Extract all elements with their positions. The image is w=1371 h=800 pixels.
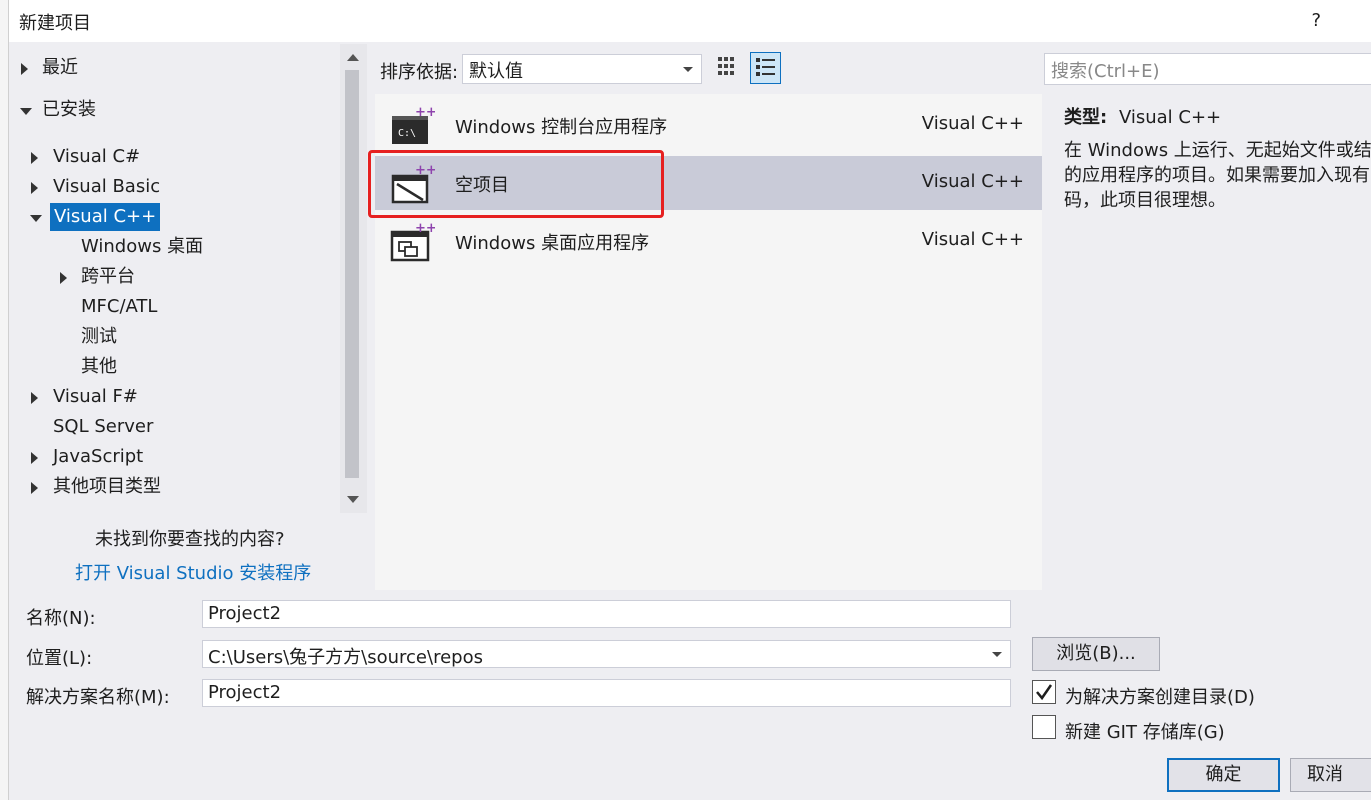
tree-item-label: 已安装	[42, 99, 96, 120]
tree-scrollbar[interactable]	[340, 44, 367, 513]
template-category-tree: 最近 已安装 Visual C# Visual Basic Visual C++…	[9, 42, 340, 512]
description-line: 的应用程序的项目。如果需要加入现有	[1064, 165, 1370, 186]
tree-item-label: Visual C#	[53, 146, 141, 167]
location-value: C:\Users\兔子方方\source\repos	[208, 647, 483, 668]
tree-item-label: Windows 桌面	[81, 236, 204, 257]
create-git-repo-checkbox[interactable]	[1032, 715, 1056, 739]
title-bar: 新建项目 ?	[9, 0, 1371, 42]
expand-arrow-icon	[21, 63, 28, 75]
svg-text:C:\: C:\	[398, 128, 416, 139]
location-combo[interactable]: C:\Users\兔子方方\source\repos	[202, 640, 1011, 668]
name-label: 名称(N):	[26, 608, 96, 629]
search-placeholder: 搜索(Ctrl+E)	[1051, 61, 1160, 82]
tree-item-label: 测试	[81, 326, 117, 347]
create-git-repo-label: 新建 GIT 存储库(G)	[1065, 722, 1225, 743]
template-language: Visual C++	[921, 113, 1024, 134]
tree-item-label: JavaScript	[53, 446, 144, 467]
type-label: 类型:	[1064, 107, 1108, 128]
description-line: 码，此项目很理想。	[1064, 190, 1226, 211]
expand-arrow-icon	[31, 482, 38, 494]
annotation-highlight-box	[368, 150, 664, 218]
sort-label: 排序依据:	[380, 62, 459, 83]
scroll-up-icon[interactable]	[347, 54, 359, 61]
console-app-icon: C:\ ++	[392, 106, 435, 144]
tree-item-label: Visual F#	[53, 386, 138, 407]
expand-arrow-icon	[31, 392, 38, 404]
search-input[interactable]: 搜索(Ctrl+E)	[1044, 53, 1371, 85]
tree-item-label: Visual Basic	[53, 176, 161, 197]
svg-text:++: ++	[415, 106, 435, 120]
template-row-console-app[interactable]: C:\ ++ Windows 控制台应用程序 Visual C++	[375, 98, 1042, 152]
desktop-app-icon: ++	[390, 222, 435, 262]
list-view-button[interactable]	[750, 52, 781, 84]
tree-item-label: 最近	[42, 57, 78, 78]
not-found-text: 未找到你要查找的内容?	[95, 529, 285, 550]
expand-arrow-icon	[31, 452, 38, 464]
cancel-button[interactable]: 取消	[1290, 758, 1371, 792]
grid-view-button[interactable]	[713, 53, 743, 83]
template-description: 在 Windows 上运行、无起始文件或结构 的应用程序的项目。如果需要加入现有…	[1064, 138, 1371, 213]
tree-item-label: 其他项目类型	[53, 476, 161, 497]
template-language: Visual C++	[921, 171, 1024, 192]
tree-item-label: 其他	[81, 356, 117, 377]
sort-dropdown-value: 默认值	[469, 61, 523, 82]
tree-item-label-selected: Visual C++	[50, 203, 161, 231]
checkmark-icon	[1036, 684, 1053, 701]
expand-arrow-icon	[31, 182, 38, 194]
type-value: Visual C++	[1118, 107, 1222, 128]
svg-text:++: ++	[415, 222, 435, 236]
project-name-value: Project2	[208, 603, 282, 624]
template-language: Visual C++	[921, 229, 1024, 250]
expand-arrow-icon	[31, 152, 38, 164]
tree-item-label: 跨平台	[81, 266, 135, 287]
solution-name-input[interactable]: Project2	[202, 679, 1011, 707]
solution-name-label: 解决方案名称(M):	[26, 687, 170, 708]
project-name-input[interactable]: Project2	[202, 600, 1011, 628]
ok-button[interactable]: 确定	[1167, 758, 1280, 792]
scrollbar-thumb[interactable]	[345, 70, 359, 478]
template-row-desktop-app[interactable]: ++ Windows 桌面应用程序 Visual C++	[375, 214, 1042, 268]
background-window-strip	[0, 0, 9, 800]
list-view-icon	[756, 58, 775, 76]
tree-item-label: MFC/ATL	[81, 296, 158, 317]
create-directory-checkbox[interactable]	[1032, 680, 1056, 704]
open-installer-link[interactable]: 打开 Visual Studio 安装程序	[75, 559, 311, 585]
solution-name-value: Project2	[208, 682, 282, 703]
create-directory-label: 为解决方案创建目录(D)	[1065, 687, 1255, 708]
collapse-arrow-icon	[30, 215, 42, 222]
tree-item-label: SQL Server	[53, 416, 154, 437]
location-label: 位置(L):	[26, 648, 93, 669]
expand-arrow-icon	[60, 272, 67, 284]
description-line: 在 Windows 上运行、无起始文件或结构	[1064, 140, 1371, 161]
help-button[interactable]: ?	[1311, 10, 1321, 31]
chevron-down-icon	[683, 67, 693, 72]
collapse-arrow-icon	[20, 108, 32, 115]
dialog-title: 新建项目	[19, 13, 91, 34]
sort-dropdown[interactable]: 默认值	[462, 54, 702, 84]
template-name: Windows 控制台应用程序	[455, 117, 668, 138]
grid-view-icon	[718, 57, 734, 75]
template-name: Windows 桌面应用程序	[455, 233, 650, 254]
browse-button[interactable]: 浏览(B)...	[1032, 637, 1160, 671]
chevron-down-icon[interactable]	[992, 652, 1002, 657]
scroll-down-icon[interactable]	[347, 496, 359, 503]
template-type: 类型: Visual C++	[1064, 103, 1221, 129]
